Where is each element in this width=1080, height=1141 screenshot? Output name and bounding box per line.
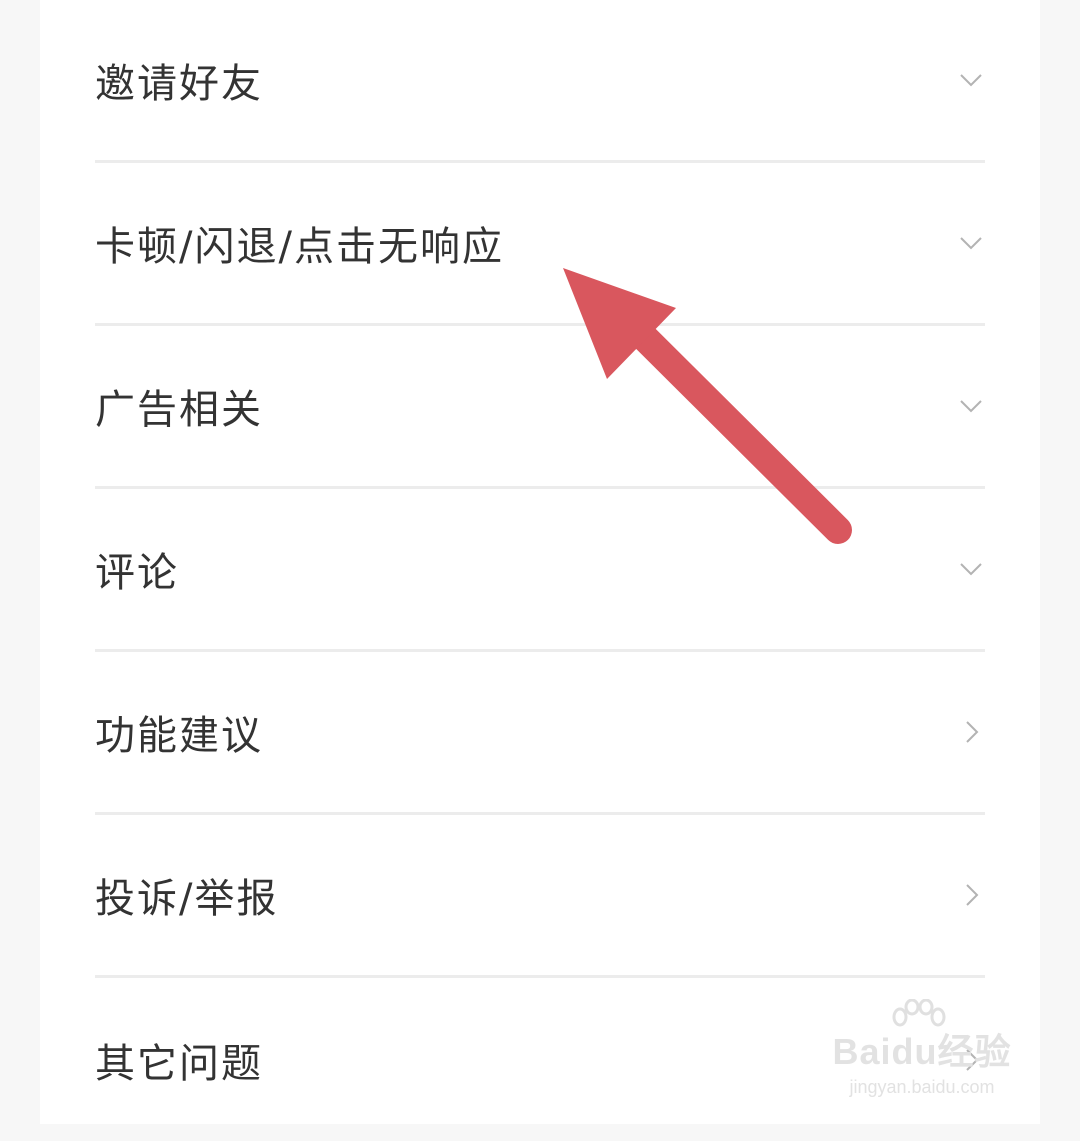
chevron-down-icon — [957, 555, 985, 583]
menu-item-feature-suggestion[interactable]: 功能建议 — [95, 652, 985, 815]
chevron-right-icon — [957, 718, 985, 746]
chevron-down-icon — [957, 229, 985, 257]
menu-item-invite-friends[interactable]: 邀请好友 — [95, 0, 985, 163]
menu-item-ads[interactable]: 广告相关 — [95, 326, 985, 489]
menu-item-label: 邀请好友 — [95, 61, 263, 107]
help-menu-list: 邀请好友 卡顿/闪退/点击无响应 广告相关 评论 功能建议 投诉/举报 其它问题 — [95, 0, 985, 1141]
menu-item-label: 其它问题 — [95, 1040, 263, 1087]
chevron-right-icon — [957, 881, 985, 909]
paw-icon — [892, 999, 946, 1027]
menu-item-lag-crash[interactable]: 卡顿/闪退/点击无响应 — [95, 163, 985, 326]
menu-item-comments[interactable]: 评论 — [95, 489, 985, 652]
menu-item-label: 卡顿/闪退/点击无响应 — [95, 224, 504, 270]
menu-item-label: 广告相关 — [95, 387, 263, 433]
content-panel: 邀请好友 卡顿/闪退/点击无响应 广告相关 评论 功能建议 投诉/举报 其它问题 — [40, 0, 1040, 1124]
menu-item-label: 评论 — [95, 550, 179, 596]
chevron-down-icon — [957, 392, 985, 420]
menu-item-label: 投诉/举报 — [95, 876, 279, 922]
baidu-jingyan-watermark: Baidu经验 jingyan.baidu.com — [822, 999, 1022, 1098]
watermark-url: jingyan.baidu.com — [849, 1077, 995, 1097]
menu-item-label: 功能建议 — [95, 713, 263, 759]
menu-item-complaint-report[interactable]: 投诉/举报 — [95, 815, 985, 978]
chevron-down-icon — [957, 66, 985, 94]
